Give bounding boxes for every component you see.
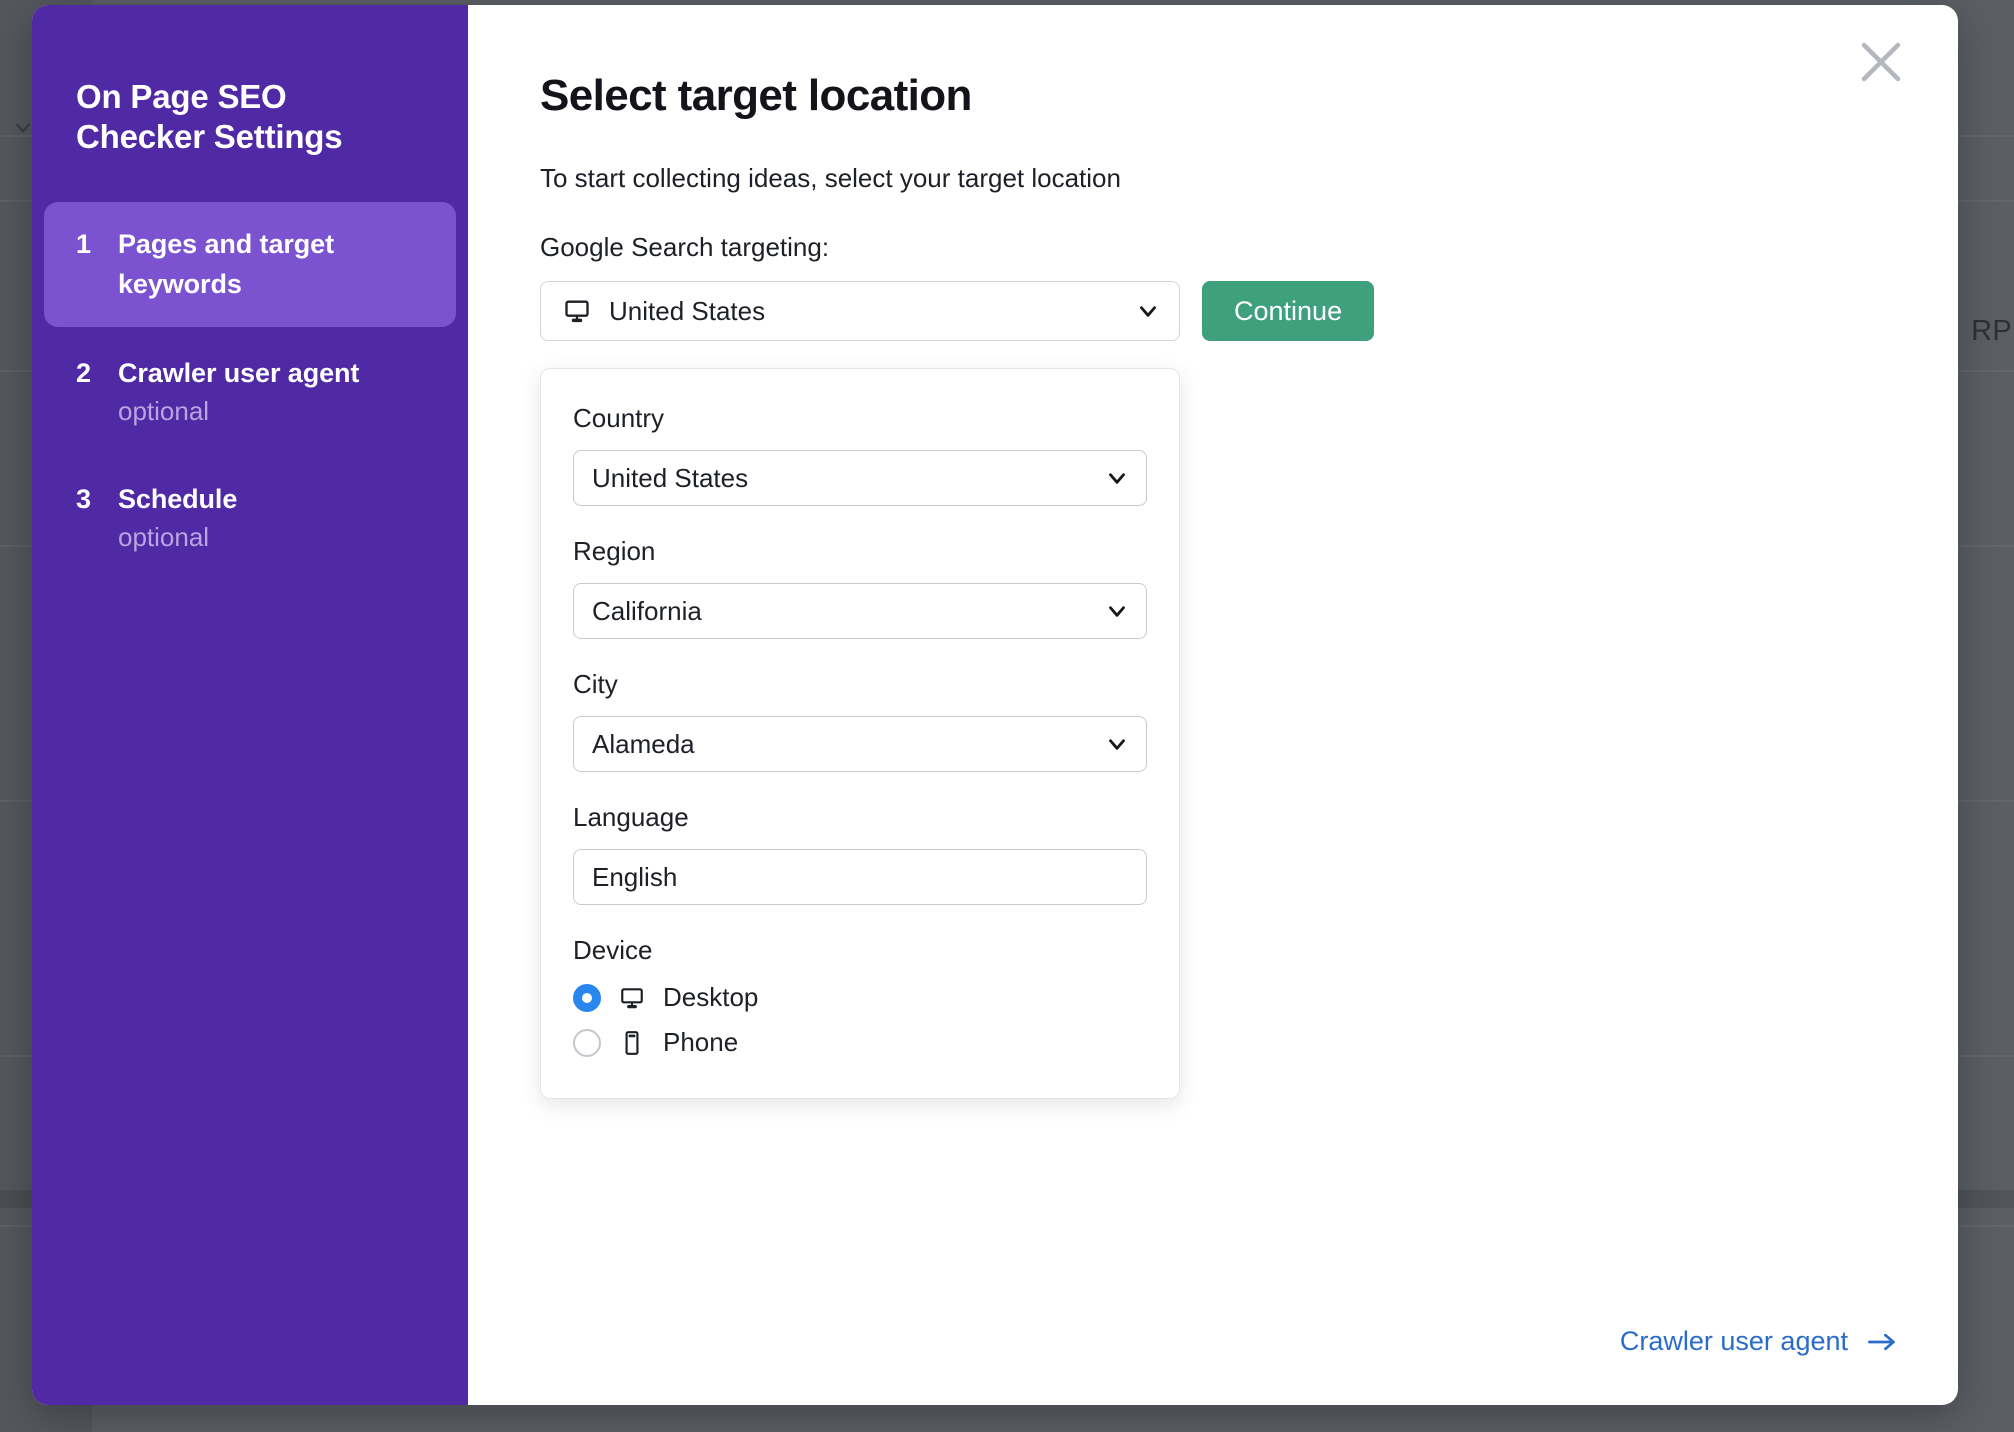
sidebar-item-number: 3: [76, 483, 92, 514]
close-icon[interactable]: [1852, 33, 1910, 91]
continue-button[interactable]: Continue: [1202, 281, 1375, 341]
target-location-row: United States Continue: [540, 281, 1898, 341]
device-radio-desktop[interactable]: [573, 983, 601, 1012]
phone-icon: [619, 1028, 645, 1058]
crawler-user-agent-link-label: Crawler user agent: [1619, 1326, 1848, 1356]
country-label: Country: [573, 403, 665, 433]
sidebar-item-label: Schedule: [118, 483, 238, 514]
sidebar-title: On Page SEO Checker Settings: [76, 78, 343, 156]
settings-modal: On Page SEO Checker Settings 1 Pages and…: [32, 5, 1958, 1405]
region-value: California: [592, 595, 702, 626]
chevron-down-icon: [1135, 298, 1161, 324]
google-search-targeting-label: Google Search targeting:: [540, 232, 830, 262]
region-label: Region: [573, 536, 656, 566]
device-option-label: Desktop: [663, 982, 759, 1012]
language-label: Language: [573, 802, 689, 832]
sidebar-item-optional-note: optional: [118, 396, 210, 426]
sidebar-item-number: 2: [76, 357, 92, 388]
device-label: Device: [573, 935, 653, 965]
device-option-phone[interactable]: Phone: [573, 1027, 1147, 1058]
region-select[interactable]: California: [573, 583, 1147, 639]
device-group: Device Desktop Phone: [573, 935, 1147, 1058]
device-radio-phone[interactable]: [573, 1028, 601, 1057]
language-group: Language English: [573, 802, 1147, 905]
monitor-icon: [563, 297, 591, 325]
sidebar-item-optional-note: optional: [118, 522, 210, 553]
backdrop-text: RP: [1971, 315, 2012, 347]
sidebar-nav: 1 Pages and target keywords 2 Crawler us…: [32, 201, 468, 579]
region-group: Region California: [573, 536, 1147, 639]
device-option-desktop[interactable]: Desktop: [573, 982, 1147, 1013]
target-location-value: United States: [609, 295, 766, 326]
chevron-down-icon: [1104, 731, 1130, 757]
country-group: Country United States: [573, 403, 1147, 506]
modal-sidebar: On Page SEO Checker Settings 1 Pages and…: [32, 5, 468, 1405]
arrow-right-icon: [1866, 1330, 1898, 1354]
sidebar-item-pages-and-target-keywords[interactable]: 1 Pages and target keywords: [44, 201, 456, 327]
city-group: City Alameda: [573, 669, 1147, 772]
sidebar-item-label: Crawler user agent: [118, 357, 360, 388]
page-title: Select target location: [540, 71, 972, 120]
city-value: Alameda: [592, 728, 695, 759]
language-value: English: [592, 861, 678, 892]
monitor-icon: [619, 983, 645, 1013]
sidebar-item-number: 1: [76, 228, 92, 259]
country-value: United States: [592, 462, 749, 493]
country-select[interactable]: United States: [573, 450, 1147, 506]
language-input[interactable]: English: [573, 849, 1147, 905]
city-label: City: [573, 669, 618, 699]
target-location-select[interactable]: United States: [540, 281, 1180, 341]
sidebar-item-crawler-user-agent[interactable]: 2 Crawler user agent optional: [44, 331, 456, 453]
chevron-down-icon: [1104, 465, 1130, 491]
sidebar-item-schedule[interactable]: 3 Schedule optional: [44, 457, 456, 579]
sidebar-item-label: Pages and target keywords: [118, 228, 334, 300]
target-location-dropdown-panel: Country United States Region California: [540, 368, 1180, 1099]
intro-text: To start collecting ideas, select your t…: [540, 163, 1121, 193]
device-option-label: Phone: [663, 1027, 739, 1057]
crawler-user-agent-next-link[interactable]: Crawler user agent: [1620, 1326, 1898, 1357]
city-select[interactable]: Alameda: [573, 716, 1147, 772]
modal-content: Select target location To start collecti…: [468, 5, 1958, 1405]
chevron-down-icon: [1104, 598, 1130, 624]
